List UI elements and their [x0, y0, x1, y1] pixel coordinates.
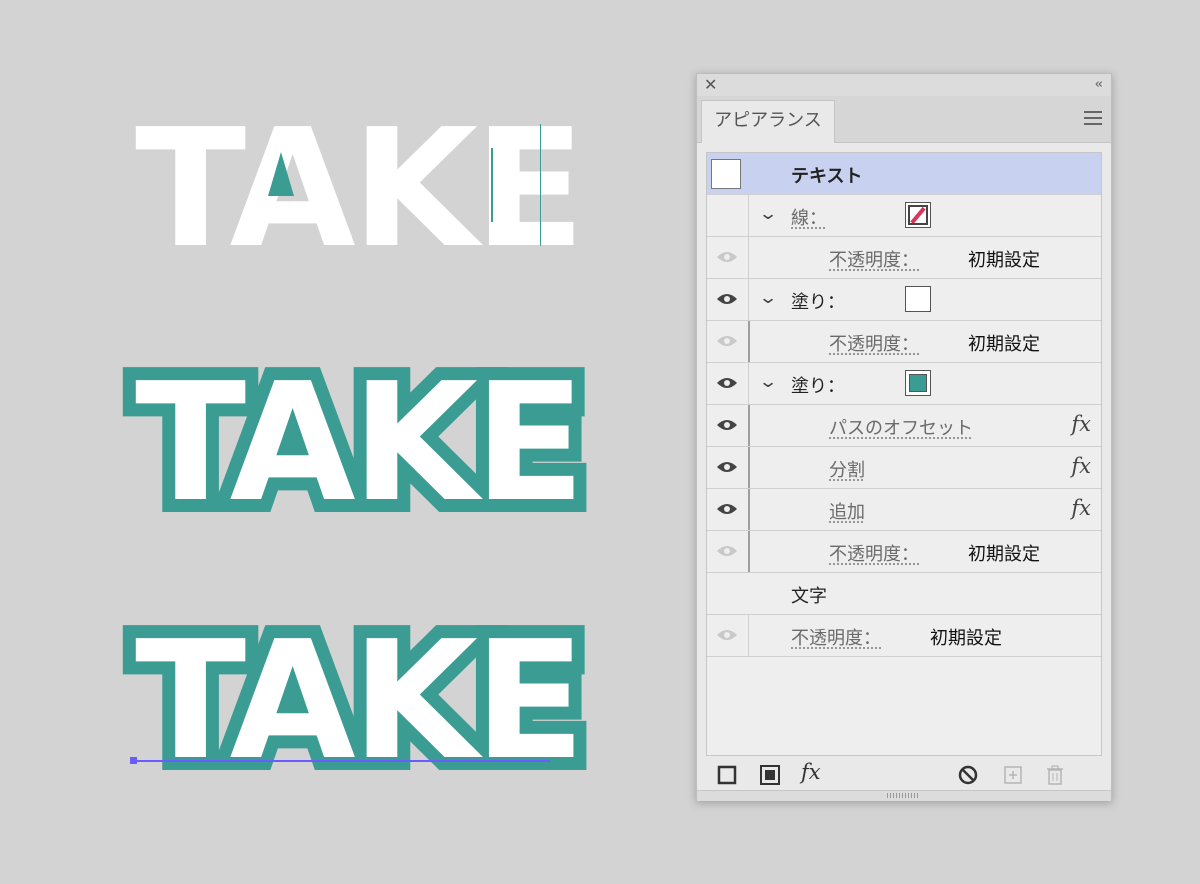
eye-icon[interactable]: [716, 335, 738, 347]
eye-icon[interactable]: [716, 419, 738, 431]
fill-label[interactable]: 塗り：: [791, 372, 845, 398]
visibility-toggle[interactable]: [707, 531, 749, 572]
appearance-panel: ✕ ‹‹ アピアランス テキスト ⌄ 線： 不透明度： 初期設定 ⌄ 塗り： 不…: [696, 73, 1112, 801]
fill-white-swatch[interactable]: [905, 286, 931, 312]
chevron-down-icon[interactable]: ⌄: [758, 288, 778, 308]
eye-icon[interactable]: [716, 503, 738, 515]
eye-icon[interactable]: [716, 629, 738, 641]
panel-footer: fx: [697, 760, 1111, 790]
visibility-toggle[interactable]: [707, 237, 749, 278]
row-fill-2[interactable]: ⌄ 塗り：: [707, 363, 1101, 405]
opacity-label[interactable]: 不透明度：: [829, 330, 919, 356]
take-text-offset[interactable]: TAKE: [122, 349, 598, 538]
object-label: テキスト: [791, 166, 863, 187]
visibility-toggle[interactable]: [707, 447, 749, 488]
chevron-down-icon[interactable]: ⌄: [758, 204, 778, 224]
effect-label[interactable]: パスのオフセット: [829, 414, 973, 440]
indent-line: [748, 531, 750, 572]
effect-label[interactable]: 分割: [829, 456, 865, 482]
fill-teal-swatch[interactable]: [905, 370, 931, 396]
panel-titlebar[interactable]: ✕ ‹‹: [697, 74, 1111, 96]
take-text-selected[interactable]: TAKE: [122, 607, 598, 796]
clear-appearance-icon[interactable]: [957, 764, 979, 786]
k-edge-sliver: [540, 124, 541, 246]
fill-label[interactable]: 塗り：: [791, 288, 845, 314]
menu-icon[interactable]: [1084, 111, 1102, 129]
appearance-list: テキスト ⌄ 線： 不透明度： 初期設定 ⌄ 塗り： 不透明度： 初期設定 ⌄ …: [706, 152, 1102, 756]
visibility-slot[interactable]: [707, 195, 749, 236]
eye-icon[interactable]: [716, 377, 738, 389]
opacity-value: 初期設定: [968, 544, 1040, 565]
opacity-value: 初期設定: [930, 628, 1002, 649]
stroke-none-swatch[interactable]: [905, 202, 931, 228]
artboard: TAKE TAKE TAKE: [0, 0, 660, 884]
row-effect-add[interactable]: 追加 fx: [707, 489, 1101, 531]
fx-icon[interactable]: fx: [1071, 496, 1091, 520]
row-effect-offset-path[interactable]: パスのオフセット fx: [707, 405, 1101, 447]
row-stroke-opacity[interactable]: 不透明度： 初期設定: [707, 237, 1101, 279]
row-fill-1-opacity[interactable]: 不透明度： 初期設定: [707, 321, 1101, 363]
tab-appearance[interactable]: アピアランス: [701, 100, 835, 143]
close-icon[interactable]: ✕: [704, 76, 717, 94]
fx-icon[interactable]: fx: [801, 760, 835, 784]
opacity-value: 初期設定: [968, 334, 1040, 355]
panel-tabbar: アピアランス: [697, 96, 1111, 143]
visibility-toggle[interactable]: [707, 615, 749, 656]
indent-line: [748, 447, 750, 488]
eye-icon[interactable]: [716, 251, 738, 263]
duplicate-item-icon[interactable]: [1002, 764, 1024, 786]
opacity-label[interactable]: 不透明度：: [829, 540, 919, 566]
a-counter-fill: [268, 152, 294, 196]
visibility-toggle[interactable]: [707, 405, 749, 446]
row-fill-2-opacity[interactable]: 不透明度： 初期設定: [707, 531, 1101, 573]
take-text-plain[interactable]: TAKE: [135, 108, 585, 271]
indent-line: [748, 405, 750, 446]
indent-line: [748, 321, 750, 362]
fx-icon[interactable]: fx: [1071, 412, 1091, 436]
text-baseline: [134, 760, 550, 762]
e-edge-sliver: [491, 148, 493, 222]
row-stroke[interactable]: ⌄ 線：: [707, 195, 1101, 237]
eye-icon[interactable]: [716, 545, 738, 557]
eye-icon[interactable]: [716, 293, 738, 305]
add-stroke-icon[interactable]: [716, 764, 738, 786]
chevron-down-icon[interactable]: ⌄: [758, 372, 778, 392]
indent-line: [748, 489, 750, 530]
row-object-opacity[interactable]: 不透明度： 初期設定: [707, 615, 1101, 657]
object-thumbnail: [711, 159, 741, 189]
add-fill-icon[interactable]: [759, 764, 781, 786]
visibility-toggle[interactable]: [707, 321, 749, 362]
collapse-icon[interactable]: ‹‹: [1095, 76, 1104, 94]
visibility-toggle[interactable]: [707, 363, 749, 404]
row-fill-1[interactable]: ⌄ 塗り：: [707, 279, 1101, 321]
row-characters[interactable]: 文字: [707, 573, 1101, 615]
stroke-label[interactable]: 線：: [791, 204, 827, 230]
fx-icon[interactable]: fx: [1071, 454, 1091, 478]
baseline-anchor-point[interactable]: [130, 757, 137, 764]
resize-grip[interactable]: [697, 790, 1111, 801]
characters-label[interactable]: 文字: [791, 582, 827, 608]
delete-icon[interactable]: [1044, 764, 1066, 786]
row-effect-divide[interactable]: 分割 fx: [707, 447, 1101, 489]
visibility-toggle[interactable]: [707, 279, 749, 320]
opacity-value: 初期設定: [968, 250, 1040, 271]
eye-icon[interactable]: [716, 461, 738, 473]
opacity-label[interactable]: 不透明度：: [829, 246, 919, 272]
row-object[interactable]: テキスト: [707, 153, 1101, 195]
visibility-toggle[interactable]: [707, 489, 749, 530]
opacity-label[interactable]: 不透明度：: [791, 624, 881, 650]
effect-label[interactable]: 追加: [829, 498, 865, 524]
